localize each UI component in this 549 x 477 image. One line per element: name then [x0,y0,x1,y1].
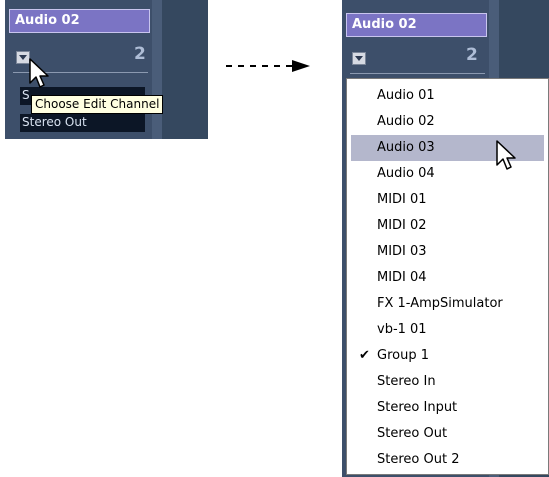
mixer-channel-before: Audio 02 2 S Stereo Out [5,0,208,139]
menu-item-label: Stereo Out [377,426,448,441]
track-name-field[interactable]: Audio 02 [346,13,487,37]
next-channel-strip [162,0,208,139]
menu-item[interactable]: Audio 02 [351,109,544,135]
menu-item-label: MIDI 01 [377,192,427,207]
menu-item[interactable]: Stereo Out [351,421,544,447]
channel-number: 2 [134,44,146,64]
menu-item[interactable]: Stereo Input [351,395,544,421]
choose-edit-channel-button[interactable] [16,51,30,64]
arrow-cursor-icon [29,58,49,88]
menu-item-label: MIDI 04 [377,270,427,285]
menu-item[interactable]: Audio 01 [351,83,544,109]
menu-item-label: Audio 02 [377,114,435,129]
menu-item[interactable]: Stereo Out 2 [351,447,544,473]
output-routing-field[interactable]: Stereo Out [20,114,145,132]
menu-item[interactable]: Stereo In [351,369,544,395]
menu-item-label: Audio 03 [377,140,435,155]
menu-item[interactable]: MIDI 04 [351,265,544,291]
menu-item-label: MIDI 03 [377,244,427,259]
edit-channel-menu: Audio 01 Audio 02 Audio 03 Audio 04 MIDI 01 M… [346,78,549,475]
menu-item[interactable]: MIDI 01 [351,187,544,213]
menu-item-label: MIDI 02 [377,218,427,233]
menu-item[interactable]: MIDI 03 [351,239,544,265]
menu-item-label: Stereo Input [377,400,458,415]
channel-number: 2 [466,45,478,65]
channel-strip-edge [152,0,162,139]
track-name-field[interactable]: Audio 02 [9,9,150,33]
menu-item-label: Stereo Out 2 [377,452,460,467]
arrow-cursor-icon [496,140,516,170]
menu-item-label: FX 1-AmpSimulator [377,296,503,311]
menu-item-label: vb-1 01 [377,322,427,337]
menu-item-label: Group 1 [377,348,429,363]
tooltip: Choose Edit Channel [31,95,164,114]
menu-item-label: Audio 04 [377,166,435,181]
transition-arrow-icon [226,60,310,72]
menu-item[interactable]: vb-1 01 [351,317,544,343]
menu-item[interactable]: ✔ Group 1 [351,343,544,369]
checkmark-icon: ✔ [359,348,370,363]
channel-divider [350,73,485,74]
menu-item[interactable]: FX 1-AmpSimulator [351,291,544,317]
choose-edit-channel-button[interactable] [352,52,366,65]
menu-item-label: Stereo In [377,374,436,389]
menu-item[interactable]: MIDI 02 [351,213,544,239]
menu-item-label: Audio 01 [377,88,435,103]
